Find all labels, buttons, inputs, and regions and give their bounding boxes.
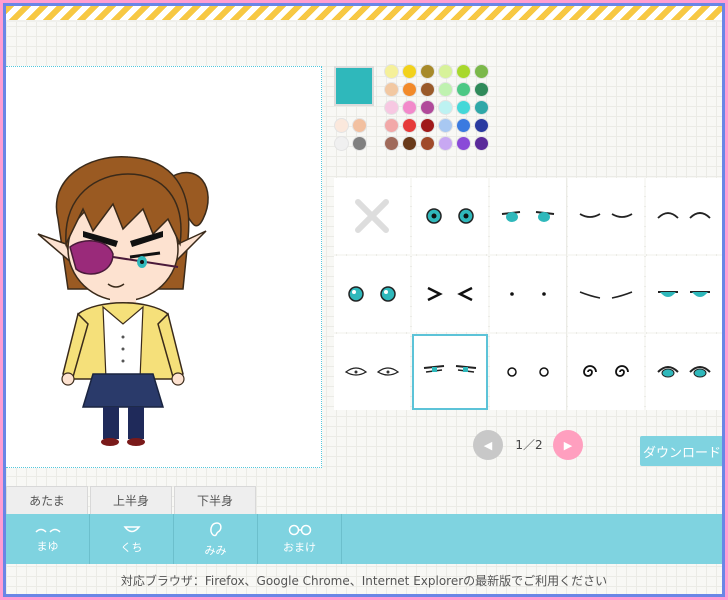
category-bar: まゆ くち みみ おまけ bbox=[6, 514, 722, 564]
character-canvas bbox=[6, 66, 322, 468]
part-eyes-closed-2-icon bbox=[657, 212, 711, 219]
part-eyes-squint[interactable] bbox=[412, 256, 488, 332]
part-eyes-1-icon bbox=[426, 208, 474, 224]
part-none-icon bbox=[355, 199, 389, 233]
color-swatch-28[interactable] bbox=[456, 136, 471, 151]
color-swatch-20[interactable] bbox=[420, 118, 435, 133]
tab-upper-body[interactable]: 上半身 bbox=[90, 486, 172, 514]
color-swatch-extra-a-0[interactable] bbox=[334, 118, 349, 133]
prev-page-button[interactable]: ◀ bbox=[473, 430, 503, 460]
part-none[interactable] bbox=[334, 178, 410, 254]
color-swatch-22[interactable] bbox=[456, 118, 471, 133]
glasses-icon bbox=[288, 524, 311, 535]
download-button[interactable]: ダウンロード bbox=[640, 436, 722, 466]
color-swatch-23[interactable] bbox=[474, 118, 489, 133]
color-palette-extra-2 bbox=[352, 118, 367, 151]
category-ears-label: みみ bbox=[204, 543, 227, 557]
color-swatch-4[interactable] bbox=[456, 64, 471, 79]
color-swatch-extra-a-1[interactable] bbox=[334, 136, 349, 151]
supported-browsers-note: 対応ブラウザ：Firefox、Google Chrome、Internet Ex… bbox=[120, 574, 608, 588]
color-swatch-10[interactable] bbox=[456, 82, 471, 97]
part-eyes-half[interactable] bbox=[646, 256, 722, 332]
color-swatch-8[interactable] bbox=[420, 82, 435, 97]
color-palette-extra-1 bbox=[334, 118, 349, 151]
ear-icon bbox=[209, 521, 222, 536]
part-eyes-closed-1[interactable] bbox=[568, 178, 644, 254]
part-eyes-circles[interactable] bbox=[490, 334, 566, 410]
part-eyes-3[interactable] bbox=[334, 256, 410, 332]
color-swatch-24[interactable] bbox=[384, 136, 399, 151]
color-swatch-14[interactable] bbox=[420, 100, 435, 115]
category-ears[interactable]: みみ bbox=[174, 514, 258, 564]
header-stripe bbox=[6, 6, 722, 22]
tab-head[interactable]: あたま bbox=[6, 486, 88, 514]
app-frame: ◀ 1／2 ▶ ダウンロード あたま 上半身 下半身 まゆ くち みみ おまけ … bbox=[3, 3, 725, 597]
next-page-button[interactable]: ▶ bbox=[553, 430, 583, 460]
pager: ◀ 1／2 ▶ bbox=[473, 430, 593, 460]
mouth-icon bbox=[122, 525, 141, 532]
color-palette bbox=[384, 64, 489, 151]
category-extras-label: おまけ bbox=[283, 540, 316, 554]
part-eyes-closed-2[interactable] bbox=[646, 178, 722, 254]
part-eyes-dots[interactable] bbox=[490, 256, 566, 332]
part-eyes-half-icon bbox=[658, 291, 710, 297]
part-eyes-blank[interactable] bbox=[334, 334, 410, 410]
color-swatch-6[interactable] bbox=[384, 82, 399, 97]
color-swatch-15[interactable] bbox=[438, 100, 453, 115]
color-swatch-3[interactable] bbox=[438, 64, 453, 79]
part-eyes-dots-icon bbox=[510, 292, 546, 296]
color-swatch-9[interactable] bbox=[438, 82, 453, 97]
part-eyes-teary-icon bbox=[657, 366, 711, 378]
eyebrow-icon bbox=[34, 528, 61, 533]
category-extras[interactable]: おまけ bbox=[258, 514, 342, 564]
current-color-swatch bbox=[334, 66, 374, 106]
color-swatch-25[interactable] bbox=[402, 136, 417, 151]
parts-grid bbox=[334, 178, 722, 410]
color-swatch-29[interactable] bbox=[474, 136, 489, 151]
part-eyes-closed-1-icon bbox=[579, 213, 633, 218]
part-eyes-teary[interactable] bbox=[646, 334, 722, 410]
color-swatch-16[interactable] bbox=[456, 100, 471, 115]
tab-lower-body[interactable]: 下半身 bbox=[174, 486, 256, 514]
part-eyes-swirl-icon bbox=[583, 365, 629, 377]
color-swatch-27[interactable] bbox=[438, 136, 453, 151]
color-swatch-1[interactable] bbox=[402, 64, 417, 79]
color-swatch-7[interactable] bbox=[402, 82, 417, 97]
category-tabs: あたま 上半身 下半身 bbox=[6, 486, 258, 514]
part-eyes-lines[interactable] bbox=[568, 256, 644, 332]
part-eyes-blank-icon bbox=[344, 367, 400, 376]
category-eyebrows[interactable]: まゆ bbox=[6, 514, 90, 564]
part-eyes-swirl[interactable] bbox=[568, 334, 644, 410]
part-eyes-lines-icon bbox=[579, 291, 633, 299]
color-swatch-12[interactable] bbox=[384, 100, 399, 115]
color-swatch-extra-b-1[interactable] bbox=[352, 136, 367, 151]
color-swatch-21[interactable] bbox=[438, 118, 453, 133]
color-swatch-5[interactable] bbox=[474, 64, 489, 79]
part-eyes-2-icon bbox=[501, 211, 555, 222]
color-swatch-26[interactable] bbox=[420, 136, 435, 151]
color-swatch-extra-b-0[interactable] bbox=[352, 118, 367, 133]
page-indicator: 1／2 bbox=[515, 438, 543, 452]
color-swatch-11[interactable] bbox=[474, 82, 489, 97]
category-eyebrows-label: まゆ bbox=[36, 539, 59, 553]
part-eyes-glare[interactable] bbox=[412, 334, 488, 410]
color-swatch-13[interactable] bbox=[402, 100, 417, 115]
part-eyes-1[interactable] bbox=[412, 178, 488, 254]
part-eyes-circles-icon bbox=[507, 367, 549, 377]
part-eyes-squint-icon bbox=[427, 286, 473, 302]
color-swatch-18[interactable] bbox=[384, 118, 399, 133]
category-mouth[interactable]: くち bbox=[90, 514, 174, 564]
part-eyes-2[interactable] bbox=[490, 178, 566, 254]
category-mouth-label: くち bbox=[120, 540, 143, 554]
character-preview bbox=[37, 156, 209, 446]
color-swatch-17[interactable] bbox=[474, 100, 489, 115]
color-swatch-2[interactable] bbox=[420, 64, 435, 79]
color-swatch-19[interactable] bbox=[402, 118, 417, 133]
part-eyes-3-icon bbox=[348, 286, 396, 302]
part-eyes-glare-icon bbox=[423, 365, 477, 373]
color-swatch-0[interactable] bbox=[384, 64, 399, 79]
